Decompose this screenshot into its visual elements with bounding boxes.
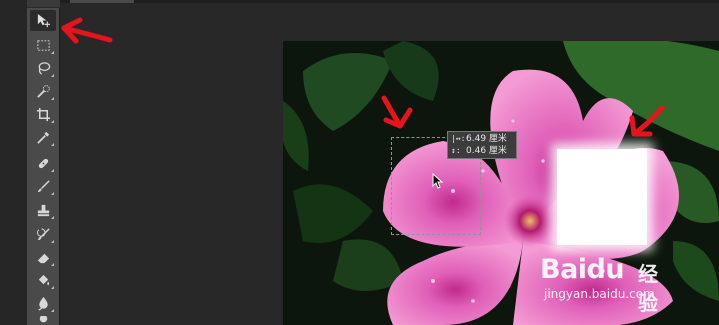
tooltip-width-row: |↔: 6.49 厘米 (451, 133, 513, 145)
marquee-icon (36, 40, 50, 51)
crop-icon (36, 107, 50, 122)
dodge-icon (39, 316, 47, 323)
tool-flyout-indicator (51, 74, 54, 77)
move-icon (37, 13, 50, 28)
watermark-url: jingyan.baidu.com (544, 287, 655, 301)
annotation-arrow-icon (381, 95, 413, 129)
tool-flyout-indicator (51, 120, 54, 123)
blur-drop-icon (37, 296, 48, 311)
tool-flyout-indicator (51, 263, 54, 266)
brush-icon (37, 180, 50, 193)
selection-height-value: 0.46 厘米 (466, 146, 507, 156)
eyedropper-tool[interactable] (30, 127, 56, 148)
brush-tool[interactable] (30, 176, 56, 197)
watermark-brand: Baidu (540, 254, 625, 285)
height-arrow-icon: ↕: (451, 146, 461, 155)
lasso-icon (38, 62, 50, 75)
stamp-icon (37, 204, 49, 217)
white-filled-area (557, 149, 647, 245)
document-tab[interactable] (70, 0, 134, 3)
left-gutter (0, 0, 27, 325)
eraser-icon (37, 253, 49, 264)
history-brush-icon (36, 228, 50, 241)
quick-selection-icon (36, 85, 50, 98)
measurement-tooltip: |↔: 6.49 厘米 ↕: 0.46 厘米 (447, 131, 517, 159)
document-tabs-strip (60, 0, 719, 3)
mouse-pointer-icon (432, 173, 444, 189)
annotation-arrow-icon (629, 105, 665, 137)
crop-tool[interactable] (30, 104, 56, 125)
tooltip-height-row: ↕: 0.46 厘米 (451, 145, 513, 157)
width-arrow-icon: |↔: (451, 134, 466, 143)
annotation-arrow-icon (61, 17, 113, 44)
move-tool[interactable] (30, 10, 56, 31)
rectangular-marquee-tool[interactable] (30, 35, 56, 56)
history-brush-tool[interactable] (30, 224, 56, 245)
tool-flyout-indicator (51, 309, 54, 312)
paint-bucket-tool[interactable] (30, 270, 56, 291)
quick-selection-tool[interactable] (30, 81, 56, 102)
bucket-icon (38, 274, 49, 286)
tool-flyout-indicator (51, 97, 54, 100)
tool-flyout-indicator (51, 286, 54, 289)
tool-flyout-indicator (51, 143, 54, 146)
tools-panel-header[interactable] (27, 0, 60, 8)
selection-width-value: 6.49 厘米 (466, 134, 507, 144)
tool-flyout-indicator (51, 169, 54, 172)
eyedropper-icon (36, 131, 49, 144)
bandage-icon (38, 158, 48, 169)
blur-tool[interactable] (30, 293, 56, 314)
tool-flyout-indicator (51, 216, 54, 219)
tool-flyout-indicator (51, 51, 54, 54)
clone-stamp-tool[interactable] (30, 200, 56, 221)
dodge-tool[interactable] (30, 316, 56, 325)
tool-flyout-indicator (51, 240, 54, 243)
lasso-tool[interactable] (30, 58, 56, 79)
eraser-tool[interactable] (30, 247, 56, 268)
healing-brush-tool[interactable] (30, 153, 56, 174)
tools-panel (27, 0, 60, 325)
tool-flyout-indicator (51, 192, 54, 195)
